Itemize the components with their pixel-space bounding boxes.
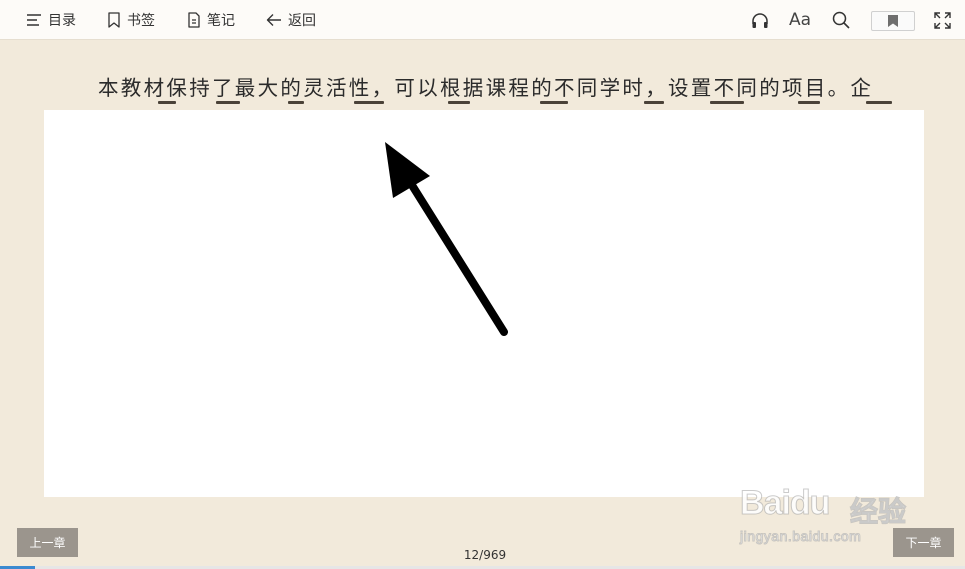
bookmark-label: 书签 [127,13,155,29]
bookmark-icon [108,12,120,28]
note-icon [188,12,200,28]
book-text-line: 本教材保持了最大的灵活性，可以根据课程的不同学时，设置不同的项目。企 [98,76,874,100]
content-image-area [44,110,924,497]
bookmark-fill-icon [888,15,898,27]
font-size-button[interactable]: Aa [789,10,811,30]
arrow-left-icon [266,14,281,26]
watermark-url: jingyan.baidu.com [739,528,862,545]
list-icon [27,14,41,26]
back-label: 返回 [288,13,316,29]
audio-button[interactable] [751,10,769,30]
page-indicator: 12/969 [463,548,507,562]
notes-label: 笔记 [207,13,235,29]
fullscreen-icon [934,11,951,29]
reader-toolbar: 目录 书签 笔记 返回 Aa [0,0,965,40]
toc-button[interactable]: 目录 [26,10,76,30]
font-size-label: Aa [789,10,812,30]
headphones-icon [752,12,768,28]
search-button[interactable] [832,10,850,30]
search-icon [832,11,850,29]
add-bookmark-button[interactable] [871,11,915,31]
notes-button[interactable]: 笔记 [187,10,235,30]
fullscreen-button[interactable] [934,10,951,30]
toc-label: 目录 [48,13,76,29]
bookmark-button[interactable]: 书签 [107,10,155,30]
back-button[interactable]: 返回 [266,10,316,30]
